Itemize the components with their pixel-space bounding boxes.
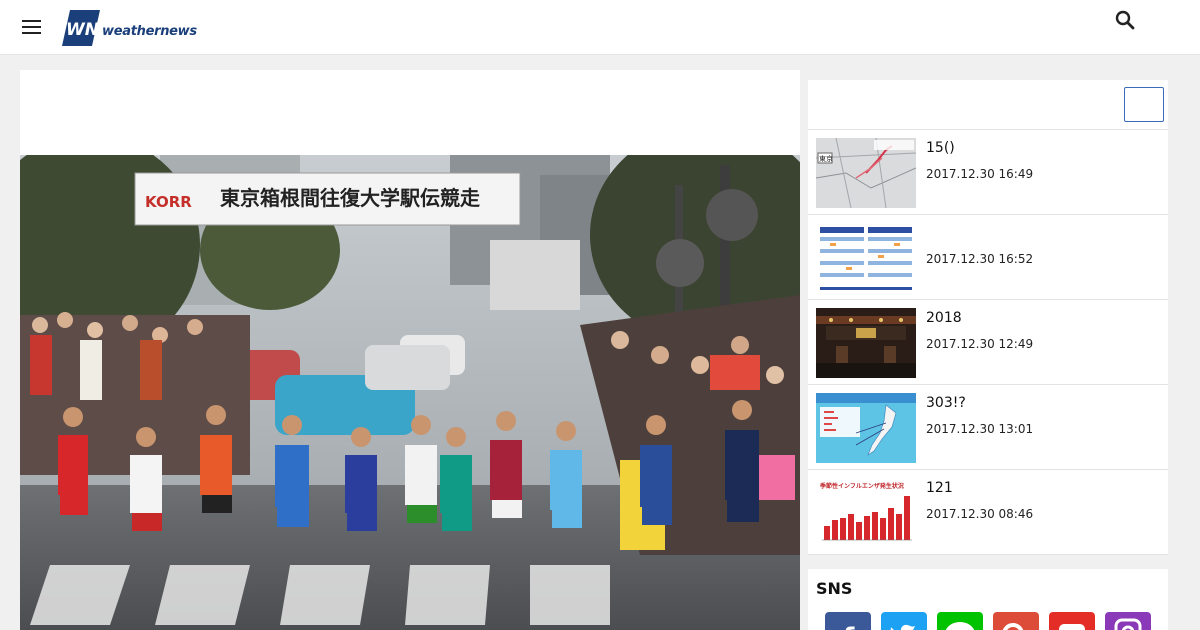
- google-plus-icon[interactable]: [993, 612, 1039, 630]
- news-item[interactable]: 2018 2017.12.30 12:49: [808, 300, 1168, 385]
- sidebar-news-panel: 東京 15() 2017.12.30 16:49 2017.12.30 16:5…: [808, 80, 1168, 555]
- facebook-icon[interactable]: f: [825, 612, 871, 630]
- site-header: WNI weathernews: [0, 0, 1200, 55]
- ad-slot: [20, 70, 800, 155]
- thumb-map-city-label: 東京: [819, 154, 833, 163]
- news-date: 2017.12.30 16:52: [926, 252, 1034, 266]
- sidebar-more-button[interactable]: [1124, 87, 1164, 122]
- weathernews-logo-icon: WNI: [62, 10, 100, 46]
- news-date: 2017.12.30 12:49: [926, 337, 1034, 351]
- main-article: KORR 東京箱根間往復大学駅伝競走: [20, 70, 800, 630]
- youtube-icon[interactable]: [1049, 612, 1095, 630]
- article-hero-photo: KORR 東京箱根間往復大学駅伝競走: [20, 155, 800, 630]
- news-thumbnail-temple: [816, 308, 916, 378]
- news-thumbnail-weather-map: [816, 393, 916, 463]
- news-thumbnail-bar-chart: 季節性インフルエンザ発生状況: [816, 478, 916, 548]
- news-item[interactable]: 季節性インフルエンザ発生状況 121 2017.12.30 08:46: [808, 470, 1168, 555]
- news-date: 2017.12.30 16:49: [926, 167, 1034, 181]
- news-title[interactable]: 2018: [926, 310, 962, 326]
- banner-text: 東京箱根間往復大学駅伝競走: [220, 186, 480, 210]
- news-title[interactable]: 121: [926, 480, 953, 496]
- svg-text:f: f: [843, 623, 855, 630]
- instagram-icon[interactable]: [1105, 612, 1151, 630]
- sidebar-news-header: [808, 80, 1168, 130]
- news-item[interactable]: 303!? 2017.12.30 13:01: [808, 385, 1168, 470]
- twitter-icon[interactable]: [881, 612, 927, 630]
- news-thumbnail-map: 東京: [816, 138, 916, 208]
- hamburger-menu-icon[interactable]: [20, 17, 44, 37]
- brand-name: weathernews: [102, 24, 197, 39]
- svg-text:WNI: WNI: [66, 20, 100, 40]
- news-title[interactable]: 303!?: [926, 395, 966, 411]
- news-thumbnail-table: [816, 223, 916, 293]
- sns-panel: SNS f: [808, 569, 1168, 630]
- sns-title: SNS: [816, 579, 853, 598]
- banner-sponsor-logo: KORR: [145, 193, 192, 211]
- news-title[interactable]: 15(): [926, 140, 955, 156]
- site-logo[interactable]: WNI weathernews: [62, 9, 197, 47]
- line-icon[interactable]: [937, 612, 983, 630]
- news-date: 2017.12.30 13:01: [926, 422, 1034, 436]
- search-icon[interactable]: [1113, 8, 1137, 32]
- news-date: 2017.12.30 08:46: [926, 507, 1034, 521]
- news-item[interactable]: 2017.12.30 16:52: [808, 215, 1168, 300]
- thumb-chart-title: 季節性インフルエンザ発生状況: [819, 482, 904, 490]
- news-item[interactable]: 東京 15() 2017.12.30 16:49: [808, 130, 1168, 215]
